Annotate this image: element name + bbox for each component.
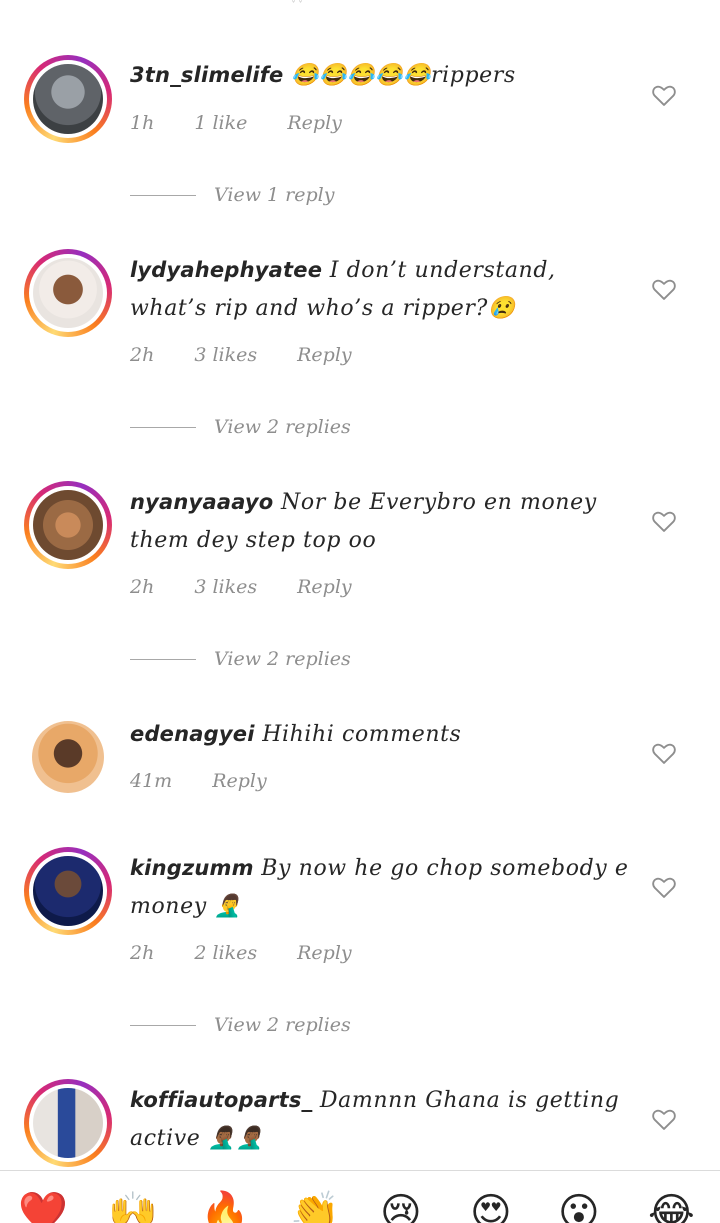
tears-of-joy-emoji-button[interactable]: 😂 [648,1191,695,1223]
username[interactable]: 3tn_slimelife [130,63,284,87]
likes-count[interactable]: 2 likes [194,942,257,964]
likes-count[interactable]: 3 likes [194,344,257,366]
timestamp: 2h [130,344,155,366]
likes-count[interactable]: 1 like [194,112,247,134]
surprised-face-emoji-button[interactable]: 😮 [558,1191,600,1223]
sheet-handle: ˅˅ [291,0,305,11]
reply-button[interactable]: Reply [297,942,352,964]
raising-hands-emoji-button[interactable]: 🙌 [108,1191,158,1223]
like-heart-icon[interactable] [650,1105,678,1133]
timestamp: 2h [130,576,155,598]
username[interactable]: kingzumm [130,856,254,880]
comment-meta: 2h 3 likes Reply [130,572,352,602]
username[interactable]: lydyahephyatee [130,258,322,282]
heart-eyes-emoji-button[interactable]: 😍 [470,1191,512,1223]
comment-text: koffiautoparts_ Damnnn Ghana is getting … [130,1081,630,1158]
avatar[interactable] [24,713,112,801]
comment-body: Hihihi comments [254,722,462,747]
timestamp: 41m [130,770,173,792]
comment-text: nyanyaaayo Nor be Everybro en money them… [130,483,630,560]
avatar[interactable] [24,481,112,569]
clapping-hands-emoji-button[interactable]: 👏 [290,1191,340,1223]
reply-button[interactable]: Reply [212,770,267,792]
like-heart-icon[interactable] [650,275,678,303]
avatar[interactable] [24,1079,112,1167]
like-heart-icon[interactable] [650,739,678,767]
avatar[interactable] [24,249,112,337]
comment-meta: 1h 1 like Reply [130,108,342,138]
username[interactable]: edenagyei [130,722,255,746]
username[interactable]: nyanyaaayo [130,490,273,514]
view-replies-button[interactable]: View 2 replies [130,412,351,442]
view-replies-button[interactable]: View 1 reply [130,180,334,210]
fire-emoji-button[interactable]: 🔥 [200,1191,250,1223]
likes-count[interactable]: 3 likes [194,576,257,598]
comment-text: 3tn_slimelife 😂😂😂😂😂rippers [130,56,630,95]
timestamp: 1h [130,112,155,134]
reply-button[interactable]: Reply [297,344,352,366]
avatar[interactable] [24,847,112,935]
reply-button[interactable]: Reply [287,112,342,134]
comment-meta: 41m Reply [130,766,267,796]
comment-text: edenagyei Hihihi comments [130,715,630,754]
reply-button[interactable]: Reply [297,576,352,598]
comment-meta: 2h 2 likes Reply [130,938,352,968]
comment-text: kingzumm By now he go chop somebody e mo… [130,849,630,926]
timestamp: 2h [130,942,155,964]
like-heart-icon[interactable] [650,81,678,109]
view-replies-button[interactable]: View 2 replies [130,1010,351,1040]
comment-meta: 2h 3 likes Reply [130,340,352,370]
like-heart-icon[interactable] [650,873,678,901]
avatar[interactable] [24,55,112,143]
view-replies-button[interactable]: View 2 replies [130,644,351,674]
crying-face-emoji-button[interactable]: 😢 [380,1191,422,1223]
emoji-reaction-bar: ❤️ 🙌 🔥 👏 😢 😍 😮 😂 [0,1170,720,1223]
username[interactable]: koffiautoparts_ [130,1088,312,1112]
comment-body: 😂😂😂😂😂rippers [283,63,516,88]
comment-text: lydyahephyatee I don’t understand, what’… [130,251,630,328]
red-heart-emoji-button[interactable]: ❤️ [18,1191,68,1223]
like-heart-icon[interactable] [650,507,678,535]
